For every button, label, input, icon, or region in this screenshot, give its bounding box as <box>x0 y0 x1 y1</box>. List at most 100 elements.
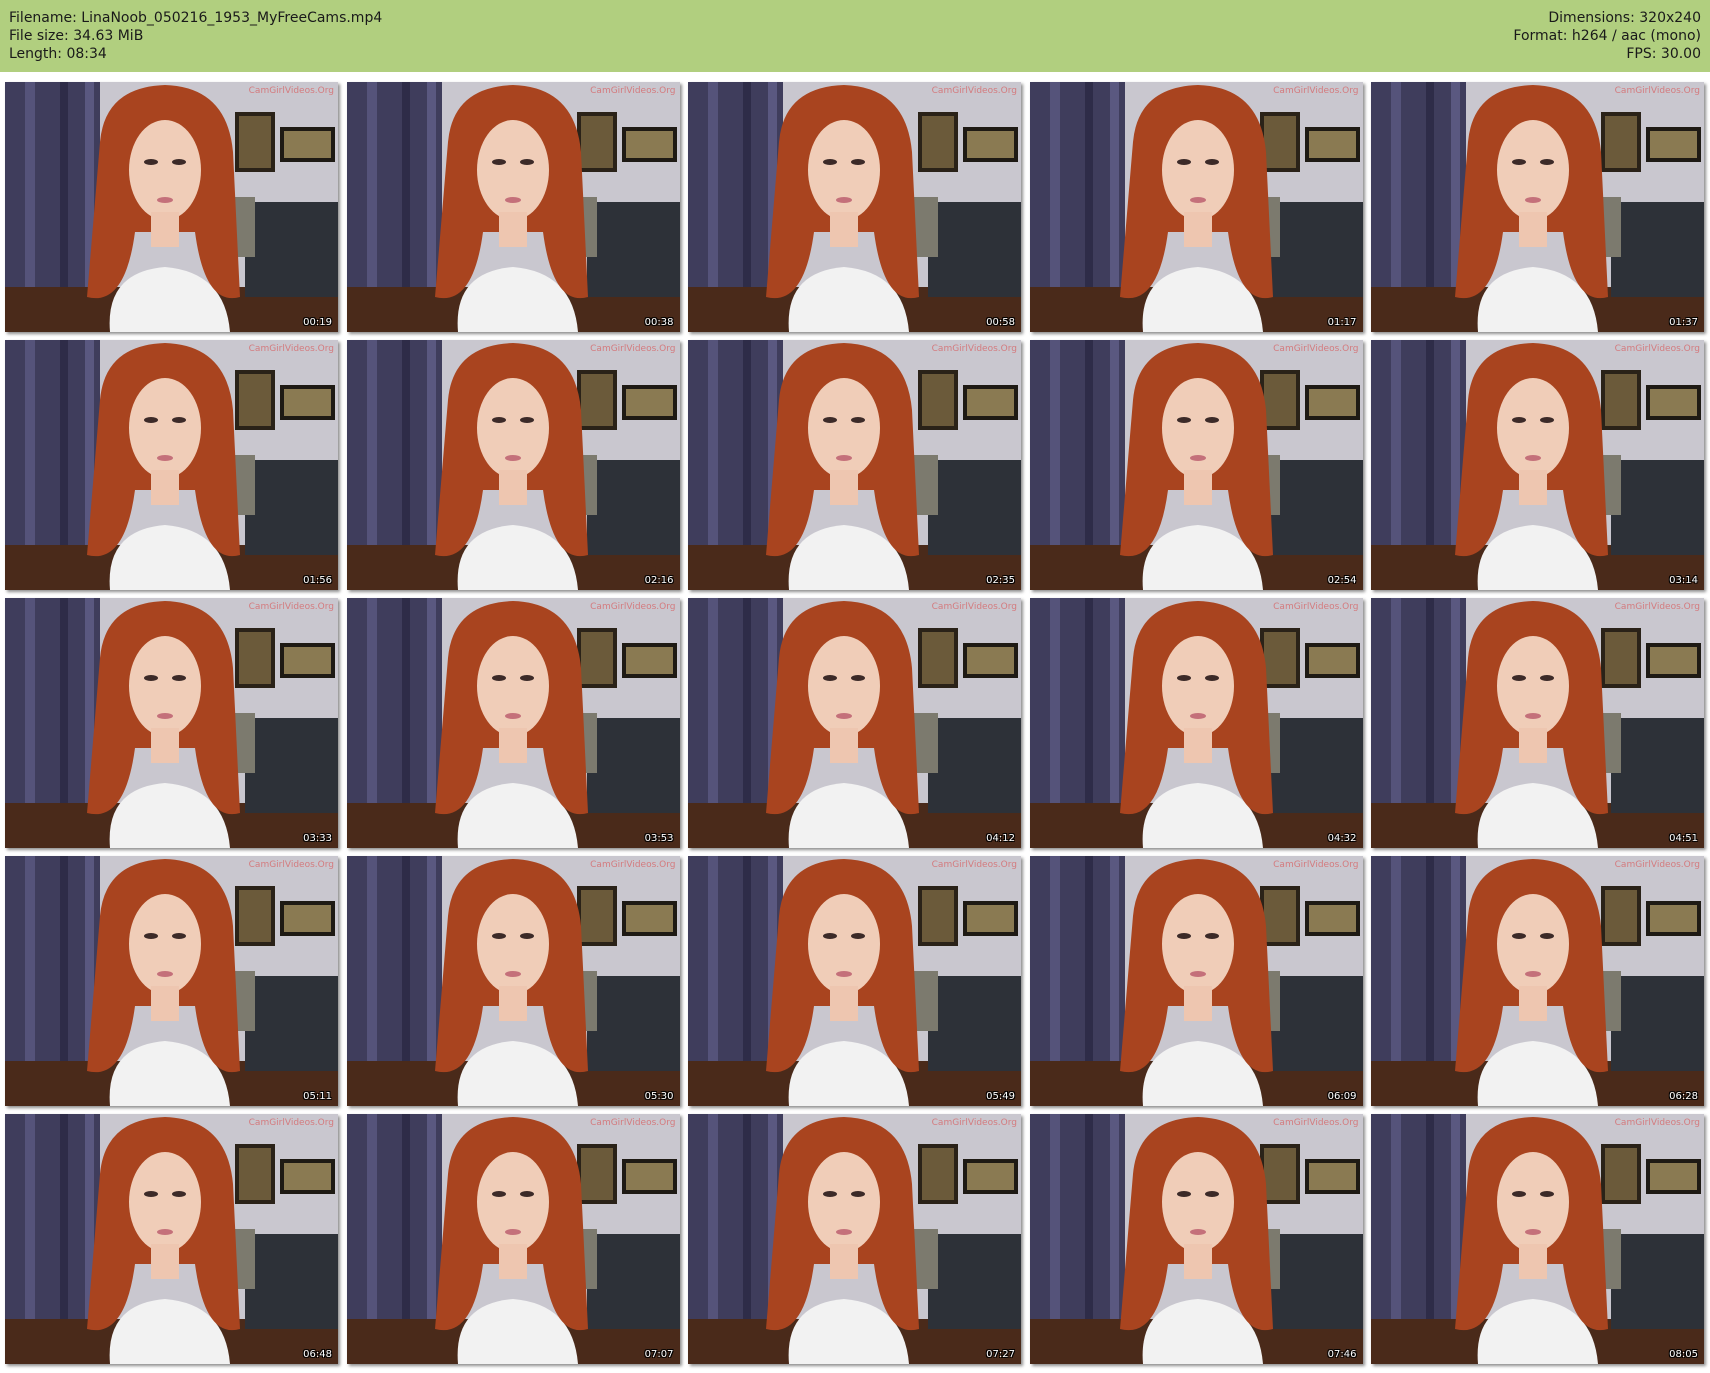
watermark-text: CamGirlVideos.Org <box>1614 860 1700 870</box>
frame-timestamp: 08:05 <box>1669 1349 1698 1360</box>
frame-image <box>346 598 680 848</box>
file-info-left: Filename: LinaNoob_050216_1953_MyFreeCam… <box>9 9 382 63</box>
watermark-text: CamGirlVideos.Org <box>590 602 676 612</box>
file-info-header: Filename: LinaNoob_050216_1953_MyFreeCam… <box>0 0 1710 72</box>
watermark-text: CamGirlVideos.Org <box>248 1118 334 1128</box>
frame-timestamp: 02:16 <box>644 575 674 586</box>
watermark-text: CamGirlVideos.Org <box>931 602 1017 612</box>
fps-text: FPS: 30.00 <box>1626 46 1701 62</box>
frame-timestamp: 02:54 <box>1327 575 1357 586</box>
frame-timestamp: 07:07 <box>644 1349 674 1360</box>
video-frame-thumbnail: CamGirlVideos.Org 05:11 <box>5 856 338 1106</box>
video-frame-thumbnail: CamGirlVideos.Org 07:27 <box>688 1114 1021 1364</box>
frame-image <box>1371 340 1704 590</box>
frame-image <box>5 856 338 1106</box>
frame-timestamp: 03:33 <box>303 833 332 844</box>
video-frame-thumbnail: CamGirlVideos.Org 07:07 <box>346 1114 680 1364</box>
video-frame-thumbnail: CamGirlVideos.Org 04:12 <box>688 598 1021 848</box>
frame-timestamp: 06:48 <box>303 1349 332 1360</box>
watermark-text: CamGirlVideos.Org <box>1273 602 1359 612</box>
video-frame-thumbnail: CamGirlVideos.Org 05:49 <box>688 856 1021 1106</box>
frame-image <box>1371 1114 1704 1364</box>
frame-image <box>688 856 1021 1106</box>
watermark-text: CamGirlVideos.Org <box>1614 1118 1700 1128</box>
frame-image <box>1029 856 1363 1106</box>
video-frame-thumbnail: CamGirlVideos.Org 04:51 <box>1371 598 1704 848</box>
watermark-text: CamGirlVideos.Org <box>931 344 1017 354</box>
frame-image <box>688 598 1021 848</box>
frame-timestamp: 00:19 <box>303 317 332 328</box>
frame-image <box>688 340 1021 590</box>
frame-timestamp: 00:38 <box>644 317 674 328</box>
video-frame-thumbnail: CamGirlVideos.Org 03:53 <box>346 598 680 848</box>
format-text: Format: h264 / aac (mono) <box>1513 28 1701 44</box>
frame-image <box>688 1114 1021 1364</box>
video-frame-thumbnail: CamGirlVideos.Org 02:35 <box>688 340 1021 590</box>
frame-image <box>1029 340 1363 590</box>
frame-image <box>1371 598 1704 848</box>
video-frame-thumbnail: CamGirlVideos.Org 02:16 <box>346 340 680 590</box>
frame-timestamp: 04:32 <box>1327 833 1357 844</box>
frame-image <box>346 340 680 590</box>
frame-timestamp: 06:28 <box>1669 1091 1698 1102</box>
frame-image <box>346 82 680 332</box>
video-frame-thumbnail: CamGirlVideos.Org 08:05 <box>1371 1114 1704 1364</box>
frame-image <box>1371 82 1704 332</box>
frame-timestamp: 00:58 <box>986 317 1015 328</box>
frame-image <box>5 1114 338 1364</box>
frame-image <box>346 1114 680 1364</box>
length-text: Length: 08:34 <box>9 46 107 62</box>
video-frame-thumbnail: CamGirlVideos.Org 06:09 <box>1029 856 1363 1106</box>
frame-timestamp: 01:17 <box>1327 317 1357 328</box>
watermark-text: CamGirlVideos.Org <box>590 86 676 96</box>
frame-timestamp: 05:30 <box>644 1091 674 1102</box>
video-frame-thumbnail: CamGirlVideos.Org 00:58 <box>688 82 1021 332</box>
watermark-text: CamGirlVideos.Org <box>590 1118 676 1128</box>
watermark-text: CamGirlVideos.Org <box>248 344 334 354</box>
frame-image <box>346 856 680 1106</box>
frame-image <box>1029 82 1363 332</box>
dimensions-text: Dimensions: 320x240 <box>1548 10 1701 26</box>
video-frame-thumbnail: CamGirlVideos.Org 00:38 <box>346 82 680 332</box>
video-frame-thumbnail: CamGirlVideos.Org 06:28 <box>1371 856 1704 1106</box>
frame-image <box>1029 598 1363 848</box>
frame-timestamp: 01:37 <box>1669 317 1698 328</box>
frame-timestamp: 05:11 <box>303 1091 332 1102</box>
watermark-text: CamGirlVideos.Org <box>1614 602 1700 612</box>
video-frame-thumbnail: CamGirlVideos.Org 00:19 <box>5 82 338 332</box>
watermark-text: CamGirlVideos.Org <box>931 86 1017 96</box>
frame-timestamp: 01:56 <box>303 575 332 586</box>
filesize-text: File size: 34.63 MiB <box>9 28 144 44</box>
watermark-text: CamGirlVideos.Org <box>1273 1118 1359 1128</box>
frame-image <box>1371 856 1704 1106</box>
video-frame-thumbnail: CamGirlVideos.Org 01:56 <box>5 340 338 590</box>
watermark-text: CamGirlVideos.Org <box>590 860 676 870</box>
frame-timestamp: 03:53 <box>644 833 674 844</box>
frame-image <box>5 598 338 848</box>
video-frame-thumbnail: CamGirlVideos.Org 06:48 <box>5 1114 338 1364</box>
watermark-text: CamGirlVideos.Org <box>1273 860 1359 870</box>
frame-image <box>1029 1114 1363 1364</box>
frame-image <box>688 82 1021 332</box>
frame-timestamp: 04:12 <box>986 833 1015 844</box>
watermark-text: CamGirlVideos.Org <box>1614 86 1700 96</box>
video-frame-thumbnail: CamGirlVideos.Org 03:33 <box>5 598 338 848</box>
watermark-text: CamGirlVideos.Org <box>931 860 1017 870</box>
video-frame-thumbnail: CamGirlVideos.Org 02:54 <box>1029 340 1363 590</box>
video-frame-thumbnail: CamGirlVideos.Org 04:32 <box>1029 598 1363 848</box>
frame-timestamp: 05:49 <box>986 1091 1015 1102</box>
thumbnail-grid: CamGirlVideos.Org 00:19 CamGirlVideos.Org 0… <box>5 82 1707 1369</box>
file-info-right: Dimensions: 320x240 Format: h264 / aac (… <box>1513 9 1701 63</box>
frame-timestamp: 07:27 <box>986 1349 1015 1360</box>
frame-image <box>5 82 338 332</box>
watermark-text: CamGirlVideos.Org <box>1273 86 1359 96</box>
frame-timestamp: 07:46 <box>1327 1349 1357 1360</box>
watermark-text: CamGirlVideos.Org <box>248 86 334 96</box>
video-frame-thumbnail: CamGirlVideos.Org 03:14 <box>1371 340 1704 590</box>
frame-timestamp: 04:51 <box>1669 833 1698 844</box>
frame-timestamp: 06:09 <box>1327 1091 1357 1102</box>
filename-text: Filename: LinaNoob_050216_1953_MyFreeCam… <box>9 10 383 26</box>
video-frame-thumbnail: CamGirlVideos.Org 05:30 <box>346 856 680 1106</box>
watermark-text: CamGirlVideos.Org <box>1614 344 1700 354</box>
watermark-text: CamGirlVideos.Org <box>248 860 334 870</box>
